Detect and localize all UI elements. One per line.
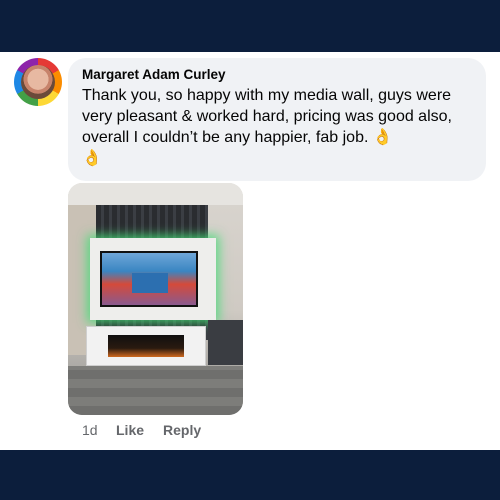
- electric-fireplace: [108, 335, 184, 357]
- tv-screen: [100, 251, 198, 307]
- floor: [68, 366, 243, 415]
- ok-hand-icon-trailing: 👌: [82, 150, 102, 167]
- top-band: [0, 0, 500, 52]
- comment-body: Thank you, so happy with my media wall, …: [82, 85, 482, 169]
- author-avatar[interactable]: [14, 58, 62, 106]
- timestamp[interactable]: 1d: [82, 422, 98, 438]
- comment-text: Thank you, so happy with my media wall, …: [82, 87, 452, 146]
- author-name[interactable]: Margaret Adam Curley: [82, 67, 226, 82]
- ok-hand-icon: 👌: [372, 129, 393, 146]
- avatar-face-icon: [21, 65, 55, 99]
- like-button[interactable]: Like: [116, 422, 144, 438]
- reply-button[interactable]: Reply: [163, 422, 201, 438]
- side-cabinet: [208, 320, 243, 365]
- bottom-band: [0, 450, 500, 500]
- attached-photo[interactable]: [68, 183, 243, 415]
